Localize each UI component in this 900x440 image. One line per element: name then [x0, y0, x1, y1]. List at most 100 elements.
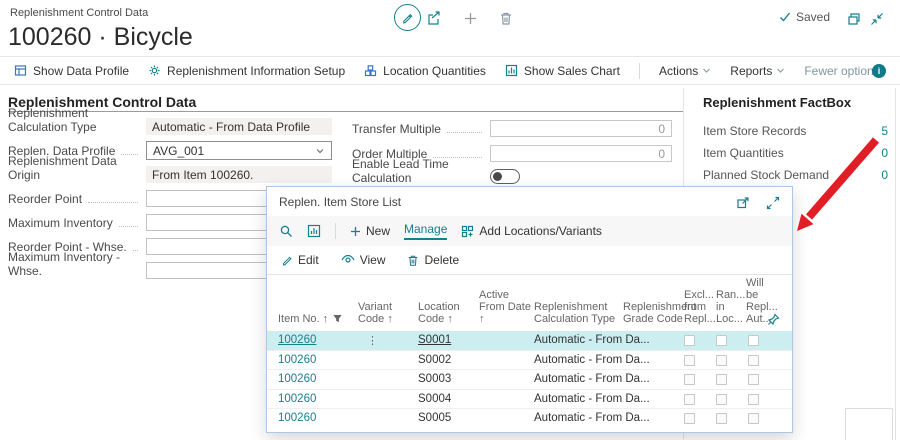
will-be-repl-aut-checkbox[interactable] — [748, 374, 759, 385]
delete-row-label: Delete — [424, 253, 459, 267]
will-be-repl-aut-checkbox[interactable] — [748, 335, 759, 346]
chevron-down-icon — [702, 66, 711, 75]
column-header-location-code[interactable]: Location Code ↑ — [418, 301, 480, 325]
new-row-button[interactable]: New — [350, 224, 390, 238]
show-data-profile-button[interactable]: Show Data Profile — [14, 64, 129, 78]
location-code-cell: S0004 — [418, 393, 451, 405]
reports-menu-label: Reports — [730, 64, 772, 78]
share-icon — [427, 11, 442, 26]
excl-from-repl-checkbox[interactable] — [684, 355, 695, 366]
column-header-will-be-repl-aut[interactable]: Will be Repl... Aut... — [746, 277, 778, 325]
open-in-window-button[interactable] — [847, 12, 861, 26]
column-header-replenishment-calculation-type[interactable]: Replenishment Calculation Type — [534, 301, 622, 325]
expand-icon[interactable] — [766, 196, 780, 210]
popout-icon[interactable] — [736, 196, 750, 210]
location-quantities-label: Location Quantities — [383, 64, 486, 78]
save-status-label: Saved — [796, 10, 830, 24]
info-icon[interactable]: i — [872, 64, 886, 78]
table-row[interactable]: 100260 S0004 Automatic - From Da... — [267, 390, 792, 410]
reports-menu[interactable]: Reports — [730, 64, 785, 78]
row-context-menu-icon[interactable]: ⋮ — [367, 334, 378, 347]
action-bar: Show Data Profile Replenishment Informat… — [0, 57, 900, 85]
location-quantities-button[interactable]: Location Quantities — [364, 64, 486, 78]
rank-in-loc-checkbox[interactable] — [716, 374, 727, 385]
calc-type-cell: Automatic - From Da... — [534, 412, 650, 424]
location-boxes-icon — [364, 64, 377, 77]
chevron-down-icon — [776, 66, 785, 75]
rank-in-loc-checkbox[interactable] — [716, 413, 727, 424]
table-row[interactable]: 100260 S0002 Automatic - From Da... — [267, 351, 792, 371]
analyze-icon[interactable] — [307, 224, 321, 238]
replenishment-information-setup-button[interactable]: Replenishment Information Setup — [148, 64, 345, 78]
restore-window-icon — [847, 12, 861, 26]
show-sales-chart-label: Show Sales Chart — [524, 64, 620, 78]
collapse-page-button[interactable] — [870, 12, 884, 26]
table-row[interactable]: 100260 S0005 Automatic - From Da... — [267, 409, 792, 429]
fewer-options-button[interactable]: Fewer options — [804, 64, 879, 78]
manage-tab[interactable]: Manage — [404, 222, 447, 240]
delete-row-button[interactable]: Delete — [407, 253, 459, 267]
trash-icon — [499, 11, 513, 26]
item-no-link[interactable]: 100260 — [278, 393, 316, 405]
order-multiple-input[interactable]: 0 — [490, 145, 672, 162]
chevron-down-icon[interactable] — [315, 146, 325, 156]
calc-type-cell: Automatic - From Da... — [534, 393, 650, 405]
show-sales-chart-button[interactable]: Show Sales Chart — [505, 64, 620, 78]
excl-from-repl-checkbox[interactable] — [684, 413, 695, 424]
item-store-records-value[interactable]: 5 — [881, 124, 888, 138]
dialog-toolbar: New Manage Add Locations/Variants — [267, 216, 792, 246]
page-caption: Replenishment Control Data — [10, 7, 148, 19]
will-be-repl-aut-checkbox[interactable] — [748, 355, 759, 366]
replen-item-store-list-dialog: Replen. Item Store List New Manage — [266, 186, 793, 433]
planned-stock-demand-value[interactable]: 0 — [881, 168, 888, 182]
table-row[interactable]: 100260 S0003 Automatic - From Da... — [267, 370, 792, 390]
rank-in-loc-checkbox[interactable] — [716, 355, 727, 366]
replenishment-data-origin-field: From Item 100260. — [146, 166, 332, 183]
transfer-multiple-input[interactable]: 0 — [490, 120, 672, 137]
actions-menu[interactable]: Actions — [659, 64, 711, 78]
column-header-variant-code[interactable]: Variant Code ↑ — [358, 301, 420, 325]
item-no-link[interactable]: 100260 — [278, 354, 316, 366]
enable-lead-time-toggle[interactable] — [490, 169, 520, 184]
item-quantities-value[interactable]: 0 — [881, 146, 888, 160]
column-header-active-from-date[interactable]: Active From Date ↑ — [479, 289, 534, 325]
bar-chart-icon — [505, 64, 518, 77]
factbox-row: Planned Stock Demand 0 — [703, 168, 888, 182]
edit-button[interactable] — [394, 4, 421, 31]
excl-from-repl-checkbox[interactable] — [684, 335, 695, 346]
table-row[interactable]: 100260 ⋮ S0001 Automatic - From Da... — [267, 331, 792, 351]
actions-menu-label: Actions — [659, 64, 698, 78]
share-button[interactable] — [427, 11, 442, 26]
add-locations-variants-button[interactable]: Add Locations/Variants — [461, 224, 602, 238]
new-button[interactable] — [463, 11, 478, 26]
location-code-cell[interactable]: S0001 — [418, 334, 451, 346]
edit-row-button[interactable]: Edit — [281, 253, 319, 267]
will-be-repl-aut-checkbox[interactable] — [748, 394, 759, 405]
calc-type-cell: Automatic - From Da... — [534, 354, 650, 366]
show-data-profile-label: Show Data Profile — [33, 64, 129, 78]
location-code-cell: S0003 — [418, 373, 451, 385]
item-no-link[interactable]: 100260 — [278, 334, 316, 346]
excl-from-repl-checkbox[interactable] — [684, 394, 695, 405]
will-be-repl-aut-checkbox[interactable] — [748, 413, 759, 424]
funnel-icon — [333, 314, 342, 323]
plus-icon — [463, 11, 478, 26]
excl-from-repl-checkbox[interactable] — [684, 374, 695, 385]
column-header-item-no[interactable]: Item No. ↑ — [278, 313, 356, 325]
view-row-button[interactable]: View — [341, 253, 386, 267]
setup-gear-icon — [148, 64, 161, 77]
replenishment-information-setup-label: Replenishment Information Setup — [167, 64, 345, 78]
search-icon[interactable] — [279, 224, 293, 238]
delete-button[interactable] — [499, 11, 513, 26]
field-label: Replenishment Calculation Type — [8, 119, 142, 134]
collapse-icon — [870, 12, 884, 26]
planned-stock-demand-label: Planned Stock Demand — [703, 168, 829, 182]
rank-in-loc-checkbox[interactable] — [716, 394, 727, 405]
rank-in-loc-checkbox[interactable] — [716, 335, 727, 346]
location-code-cell: S0002 — [418, 354, 451, 366]
item-no-link[interactable]: 100260 — [278, 373, 316, 385]
column-header-rank-in-loc[interactable]: Ran... in Loc... — [716, 289, 744, 325]
item-no-link[interactable]: 100260 — [278, 412, 316, 424]
column-header-excl-from-repl[interactable]: Excl... from Repl... — [684, 289, 714, 325]
replen-data-profile-combobox[interactable]: AVG_001 — [146, 141, 332, 160]
